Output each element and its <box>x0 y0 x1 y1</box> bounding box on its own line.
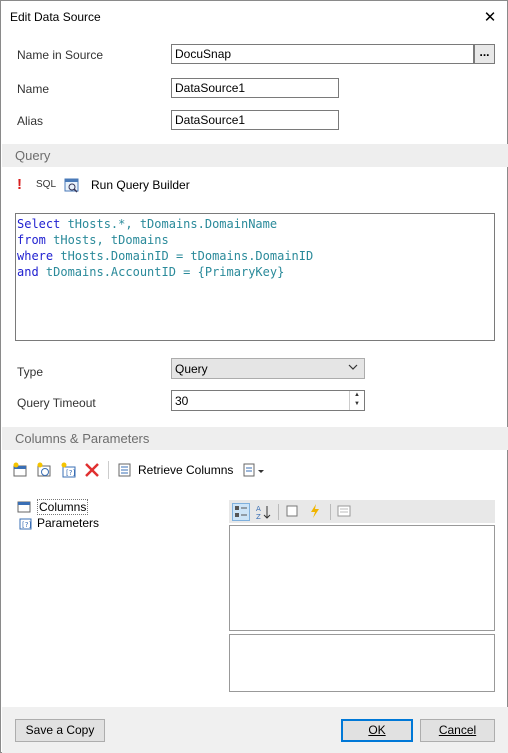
stepper-down-icon[interactable]: ▼ <box>350 400 364 409</box>
ok-button[interactable]: OK <box>341 719 413 742</box>
sql-keyword: and <box>17 265 39 279</box>
edit-data-source-dialog: Edit Data Source ✕ Name in Source DocuSn… <box>0 0 508 753</box>
tree-item-parameters[interactable]: [?] Parameters <box>17 515 99 531</box>
property-grid-toolbar: AZ <box>229 500 495 523</box>
properties-icon[interactable] <box>284 503 302 521</box>
name-in-source-field[interactable]: DocuSnap <box>171 44 474 64</box>
sql-identifier: tHosts, tDomains <box>45 233 169 247</box>
events-icon[interactable] <box>307 503 325 521</box>
toolbar-separator <box>108 461 109 479</box>
toolbar-separator <box>330 504 331 520</box>
save-copy-button[interactable]: Save a Copy <box>15 719 105 742</box>
sql-keyword: from <box>17 233 46 247</box>
property-description <box>229 634 495 692</box>
cancel-label: Cancel <box>438 723 477 737</box>
chevron-down-icon <box>348 362 358 375</box>
categorized-icon[interactable] <box>232 503 250 521</box>
code-line: where tHosts.DomainID = tDomains.DomainI… <box>17 248 493 264</box>
stepper-buttons[interactable]: ▲ ▼ <box>349 391 364 410</box>
query-toolbar: ! SQL Run Query Builder <box>15 176 190 193</box>
sql-keyword: where <box>17 249 54 263</box>
code-line: and tDomains.AccountID = {PrimaryKey} <box>17 264 493 280</box>
query-section-header: Query <box>2 144 508 167</box>
svg-text:[?]: [?] <box>22 521 31 529</box>
ok-label: OK <box>368 723 386 737</box>
columns-tree: Columns [?] Parameters <box>17 499 99 531</box>
browse-button[interactable]: ... <box>474 44 495 64</box>
toolbar-separator <box>278 504 279 520</box>
type-dropdown[interactable]: Query <box>171 358 365 379</box>
columns-section-header: Columns & Parameters <box>2 427 508 450</box>
name-label: Name <box>17 82 50 96</box>
parameters-icon: [?] <box>19 518 32 530</box>
run-query-builder-button[interactable]: Run Query Builder <box>91 178 190 192</box>
close-icon[interactable]: ✕ <box>473 1 507 32</box>
query-timeout-label: Query Timeout <box>17 396 96 410</box>
add-calculated-column-icon[interactable] <box>36 462 52 478</box>
query-timeout-stepper[interactable]: 30 ▲ ▼ <box>171 390 365 411</box>
name-in-source-label: Name in Source <box>17 48 104 62</box>
delete-icon[interactable] <box>84 462 100 478</box>
sql-identifier: tHosts.*, tDomains.DomainName <box>60 217 278 231</box>
property-grid[interactable] <box>229 525 495 631</box>
add-column-icon[interactable] <box>12 462 28 478</box>
stepper-up-icon[interactable]: ▲ <box>350 391 364 400</box>
alias-label: Alias <box>17 114 44 128</box>
error-icon[interactable]: ! <box>17 176 27 193</box>
type-label: Type <box>17 365 44 379</box>
tree-item-label: Columns <box>37 499 89 515</box>
add-parameter-icon[interactable]: [?] <box>60 462 76 478</box>
tree-item-columns[interactable]: Columns <box>17 499 99 515</box>
cancel-button[interactable]: Cancel <box>420 719 495 742</box>
name-field[interactable]: DataSource1 <box>171 78 339 98</box>
columns-toolbar: [?] Retrieve Columns <box>12 461 267 479</box>
sql-keyword: Select <box>17 217 61 231</box>
type-value: Query <box>175 362 208 376</box>
svg-text:Z: Z <box>256 513 261 521</box>
window-title: Edit Data Source <box>10 10 101 24</box>
svg-text:[?]: [?] <box>66 469 75 477</box>
svg-text:A: A <box>256 505 261 513</box>
retrieve-columns-button[interactable]: Retrieve Columns <box>138 463 233 477</box>
title-bar: Edit Data Source ✕ <box>1 1 507 32</box>
sql-identifier: tDomains.AccountID = {PrimaryKey} <box>38 265 285 279</box>
sql-label[interactable]: SQL <box>36 179 56 190</box>
property-pages-icon[interactable] <box>336 503 354 521</box>
more-options-icon[interactable] <box>243 462 267 478</box>
tree-item-label: Parameters <box>37 516 100 530</box>
query-builder-icon[interactable] <box>64 177 80 193</box>
code-line: Select tHosts.*, tDomains.DomainName <box>17 216 493 232</box>
columns-icon <box>17 501 31 513</box>
sort-alphabetical-icon[interactable]: AZ <box>255 503 273 521</box>
alias-field[interactable]: DataSource1 <box>171 110 339 130</box>
sql-identifier: tHosts.DomainID = tDomains.DomainID <box>53 249 314 263</box>
sql-editor[interactable]: Select tHosts.*, tDomains.DomainName from… <box>15 213 495 341</box>
code-line: from tHosts, tDomains <box>17 232 493 248</box>
query-timeout-value: 30 <box>175 394 189 408</box>
retrieve-columns-icon[interactable] <box>117 462 133 478</box>
